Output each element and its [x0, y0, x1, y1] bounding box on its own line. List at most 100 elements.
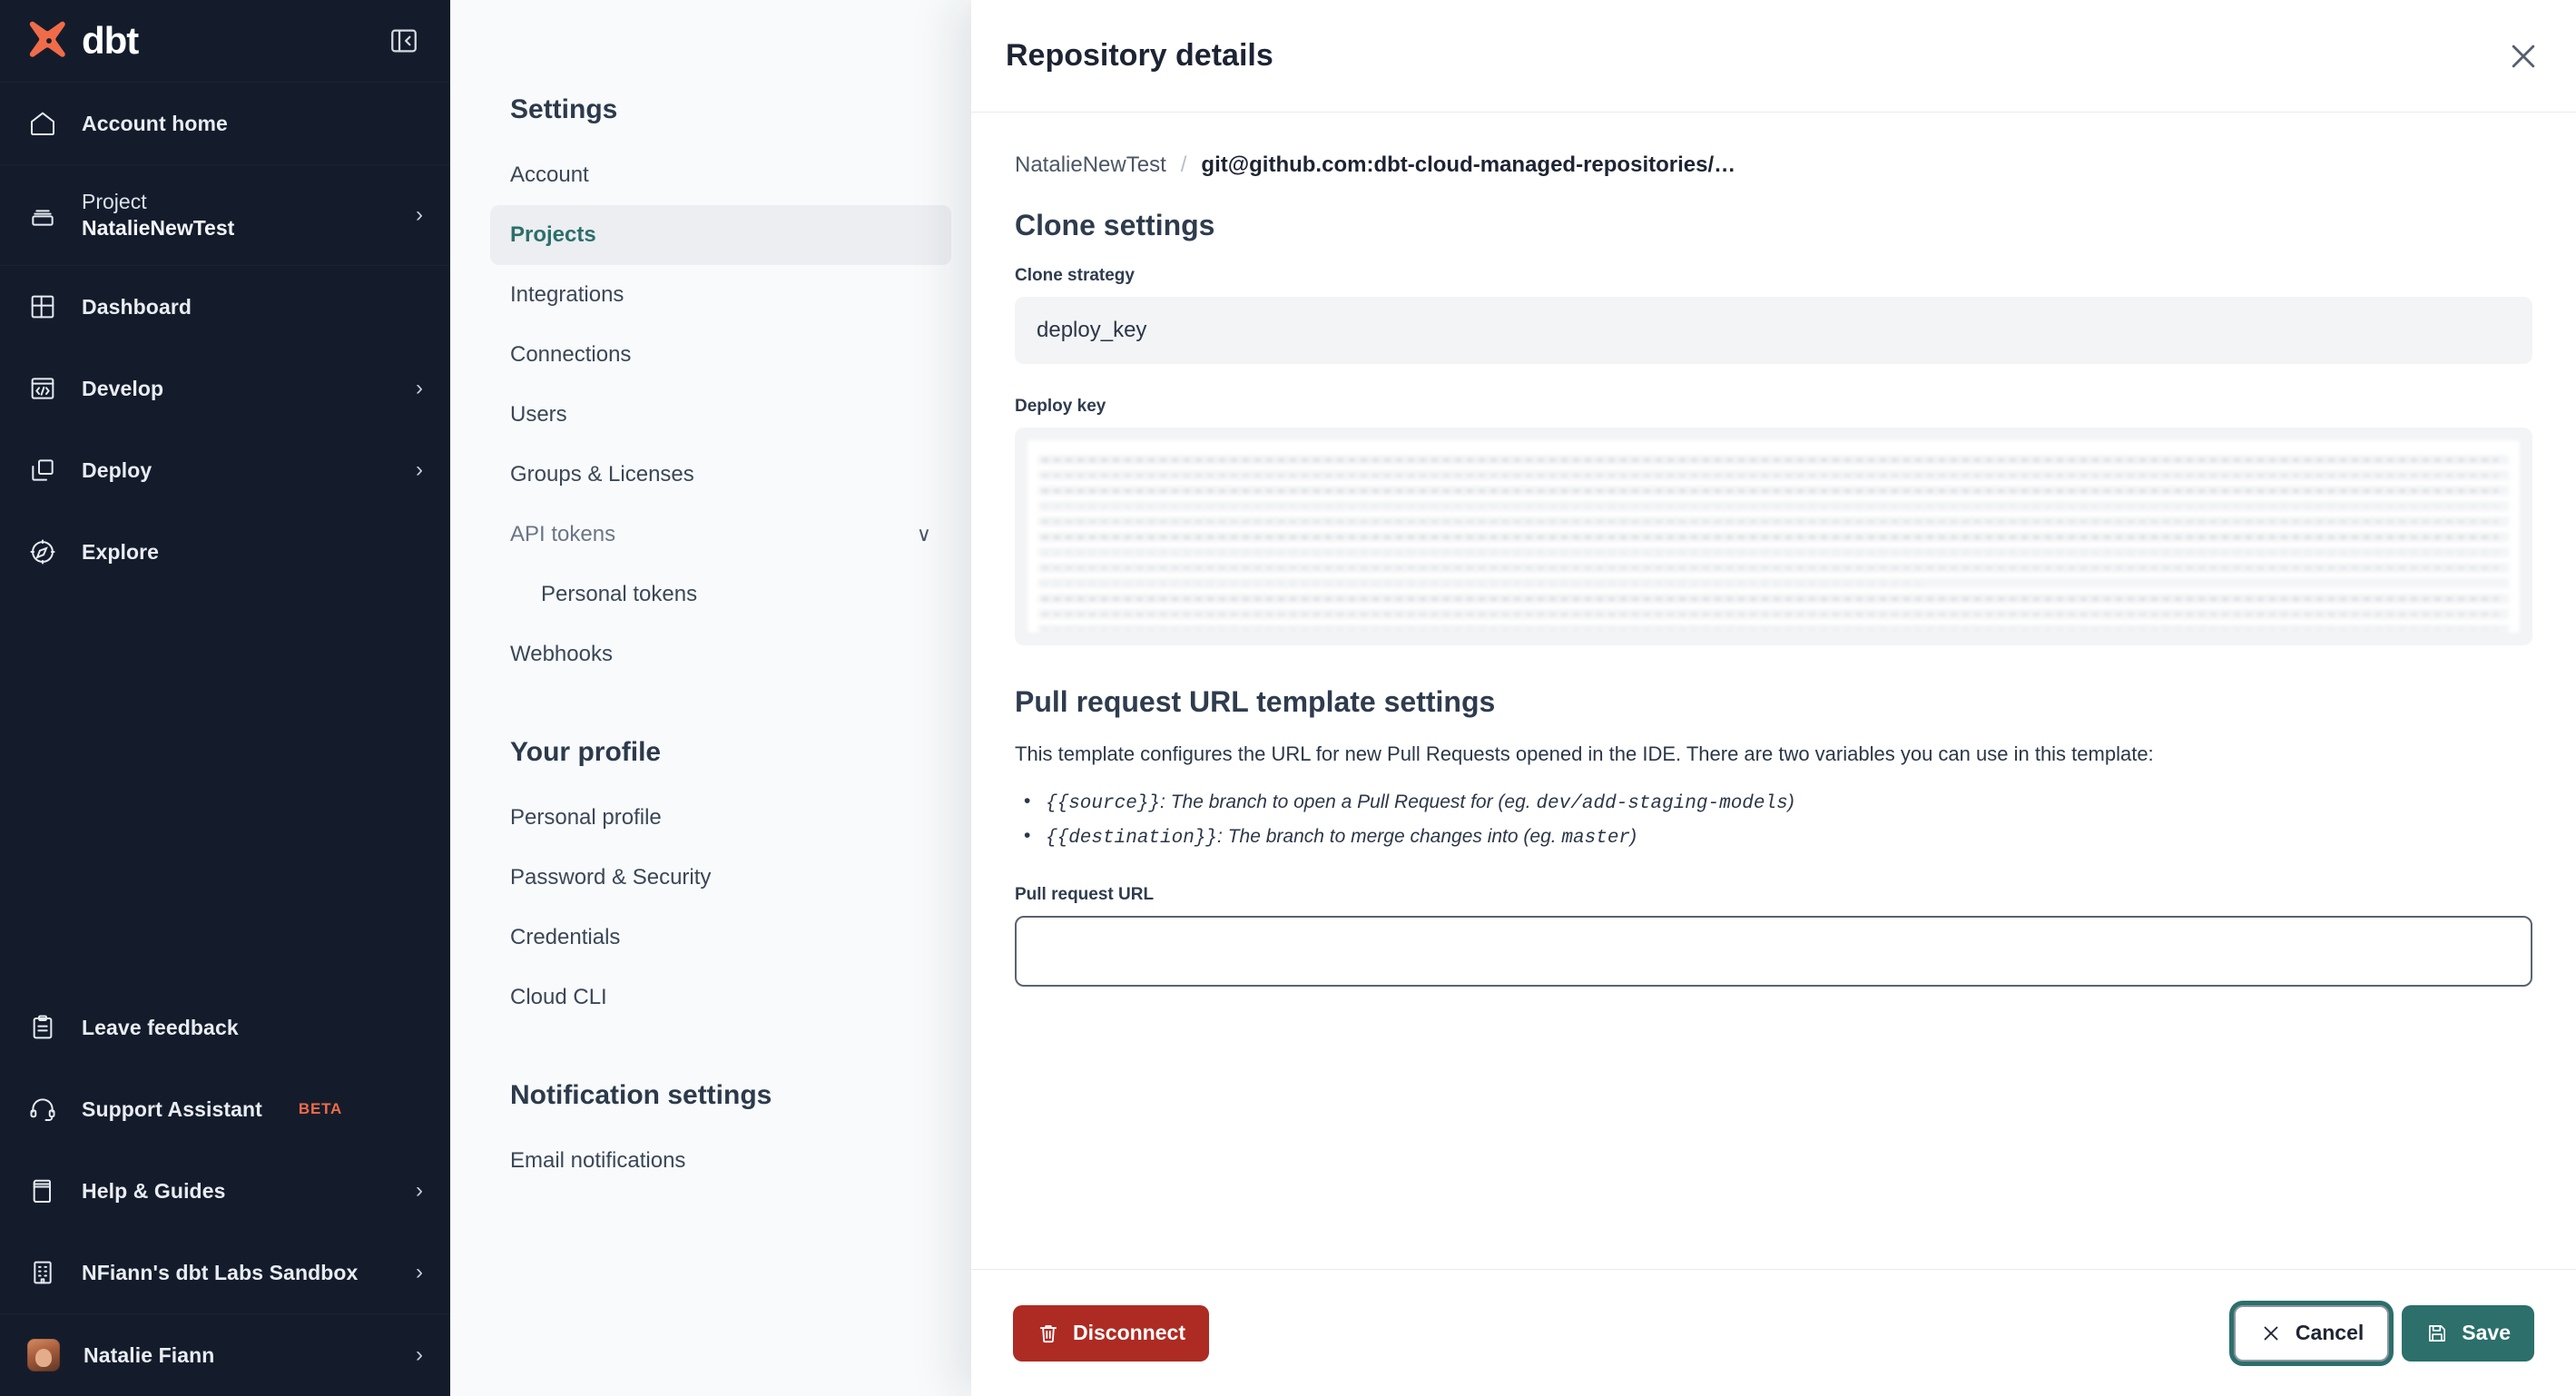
compass-icon: [27, 536, 58, 567]
clipboard-icon: [27, 1012, 58, 1043]
pr-template-heading: Pull request URL template settings: [1015, 685, 1496, 718]
settings-item-label: Cloud CLI: [510, 985, 607, 1009]
modal-header: Repository details: [971, 0, 2576, 113]
settings-heading: Settings: [510, 94, 618, 124]
settings-item-groups-licenses[interactable]: Groups & Licenses: [490, 445, 951, 505]
sidebar-header: dbt: [0, 0, 450, 83]
sidebar-item-project[interactable]: Project NatalieNewTest ›: [0, 165, 450, 266]
code-icon: [27, 373, 58, 404]
settings-item-label: Projects: [510, 222, 596, 247]
collapse-sidebar-icon[interactable]: [388, 25, 419, 56]
disconnect-button[interactable]: Disconnect: [1013, 1304, 1209, 1362]
pr-variable-text: : The branch to open a Pull Request for …: [1160, 791, 1537, 813]
trash-icon: [1037, 1322, 1060, 1345]
deploy-key-content: [1027, 440, 2520, 633]
settings-item-credentials[interactable]: Credentials: [490, 908, 951, 968]
close-x-icon: [2259, 1322, 2283, 1345]
pr-variables-list: {{source}}: The branch to open a Pull Re…: [1015, 785, 2532, 855]
sidebar-item-label: Develop: [82, 376, 164, 400]
chevron-right-icon: ›: [416, 457, 423, 482]
profile-heading: Your profile: [510, 737, 662, 767]
settings-item-personal-profile[interactable]: Personal profile: [490, 788, 951, 848]
settings-item-api-tokens[interactable]: API tokens ∨: [490, 505, 951, 565]
close-icon[interactable]: [2502, 34, 2545, 78]
list-item: {{source}}: The branch to open a Pull Re…: [1015, 785, 2532, 821]
settings-item-label: API tokens: [510, 522, 616, 546]
settings-item-label: Personal tokens: [541, 582, 698, 606]
clone-strategy-value: deploy_key: [1015, 297, 2532, 364]
footer-actions: Cancel Save: [2233, 1304, 2534, 1362]
modal-footer: Disconnect Cancel Save: [971, 1269, 2576, 1396]
settings-item-label: Email notifications: [510, 1148, 686, 1173]
sidebar-item-leave-feedback[interactable]: Leave feedback: [0, 987, 450, 1068]
settings-item-label: Personal profile: [510, 805, 662, 830]
pr-variable-tail: ): [1787, 791, 1794, 813]
left-sidebar: dbt Account home Project NatalieNewTest …: [0, 0, 450, 1396]
sidebar-item-explore[interactable]: Explore: [0, 511, 450, 593]
settings-item-label: Groups & Licenses: [510, 462, 694, 487]
save-button[interactable]: Save: [2402, 1304, 2534, 1362]
project-icon: [27, 200, 58, 231]
settings-item-personal-tokens[interactable]: Personal tokens: [490, 565, 951, 624]
settings-item-label: Users: [510, 402, 567, 427]
list-item: {{destination}}: The branch to merge cha…: [1015, 820, 2532, 855]
app-root: dbt Account home Project NatalieNewTest …: [0, 0, 2576, 1396]
dbt-logo-icon: [29, 21, 65, 57]
sidebar-item-label: Explore: [82, 539, 160, 564]
settings-item-password-security[interactable]: Password & Security: [490, 848, 951, 908]
save-disk-icon: [2425, 1322, 2449, 1345]
sidebar-item-user[interactable]: Natalie Fiann ›: [0, 1314, 450, 1396]
chevron-right-icon: ›: [416, 202, 423, 227]
settings-item-email-notifications[interactable]: Email notifications: [490, 1131, 951, 1191]
cancel-label: Cancel: [2295, 1321, 2365, 1344]
sidebar-project-kicker: Project: [82, 189, 147, 213]
notification-heading: Notification settings: [510, 1080, 772, 1110]
building-icon: [27, 1257, 58, 1288]
pr-variable-token: {{source}}: [1046, 793, 1161, 815]
settings-item-account[interactable]: Account: [490, 145, 951, 205]
sidebar-item-develop[interactable]: Develop ›: [0, 348, 450, 429]
sidebar-item-account-home[interactable]: Account home: [0, 83, 450, 165]
settings-item-integrations[interactable]: Integrations: [490, 265, 951, 325]
user-name: Natalie Fiann: [84, 1342, 215, 1367]
settings-item-label: Integrations: [510, 282, 624, 307]
pull-request-url-input[interactable]: [1015, 916, 2532, 988]
settings-item-cloud-cli[interactable]: Cloud CLI: [490, 968, 951, 1027]
sidebar-item-sandbox[interactable]: NFiann's dbt Labs Sandbox ›: [0, 1232, 450, 1314]
breadcrumb-project[interactable]: NatalieNewTest: [1015, 152, 1166, 178]
sidebar-item-support-assistant[interactable]: Support Assistant BETA: [0, 1068, 450, 1150]
clone-strategy-label: Clone strategy: [1015, 266, 1135, 285]
settings-item-label: Webhooks: [510, 642, 613, 666]
sidebar-item-help-guides[interactable]: Help & Guides ›: [0, 1150, 450, 1232]
sidebar-item-label: Support Assistant: [82, 1096, 262, 1121]
deploy-key-field[interactable]: [1015, 428, 2532, 645]
repository-details-modal: Repository details NatalieNewTest / git@…: [971, 0, 2576, 1396]
settings-item-webhooks[interactable]: Webhooks: [490, 624, 951, 684]
book-icon: [27, 1175, 58, 1206]
beta-badge: BETA: [298, 1100, 343, 1117]
dbt-logo[interactable]: dbt: [25, 17, 139, 64]
sidebar-item-label: Account home: [82, 111, 228, 135]
sidebar-item-deploy[interactable]: Deploy ›: [0, 429, 450, 511]
headset-icon: [27, 1094, 58, 1125]
dashboard-icon: [27, 291, 58, 322]
deploy-icon: [27, 455, 58, 486]
pr-variable-example: master: [1561, 827, 1631, 849]
settings-item-label: Connections: [510, 342, 632, 367]
modal-title: Repository details: [1006, 38, 1273, 73]
pr-template-description: This template configures the URL for new…: [1015, 742, 2154, 765]
sidebar-item-dashboard[interactable]: Dashboard: [0, 266, 450, 348]
breadcrumb-repo: git@github.com:dbt-cloud-managed-reposit…: [1201, 152, 1736, 177]
disconnect-label: Disconnect: [1073, 1321, 1185, 1344]
settings-item-users[interactable]: Users: [490, 385, 951, 445]
settings-item-connections[interactable]: Connections: [490, 325, 951, 385]
sidebar-project-name: NatalieNewTest: [82, 216, 235, 240]
chevron-right-icon: ›: [416, 1342, 423, 1367]
sidebar-item-label: Help & Guides: [82, 1178, 226, 1203]
modal-body: NatalieNewTest / git@github.com:dbt-clou…: [971, 113, 2576, 1269]
breadcrumb-separator: /: [1180, 152, 1187, 177]
settings-item-projects[interactable]: Projects: [490, 205, 951, 265]
cancel-button[interactable]: Cancel: [2233, 1304, 2390, 1362]
dbt-logo-text: dbt: [82, 19, 139, 62]
